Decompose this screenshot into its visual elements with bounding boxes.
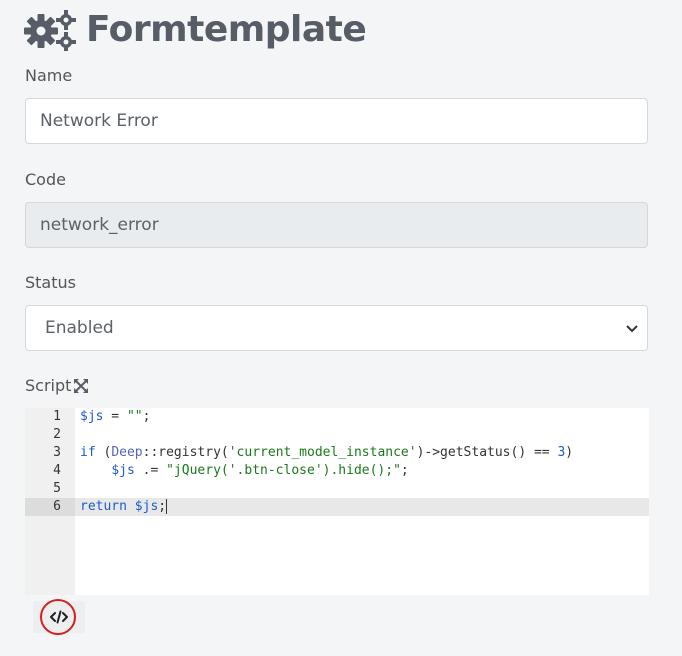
code-line: 4 $js .= "jQuery('.btn-close').hide();";	[25, 462, 649, 480]
code-text: if (Deep::registry('current_model_instan…	[80, 444, 573, 462]
page-title: Formtemplate	[86, 8, 367, 50]
code-token: 'current_model_instance'	[228, 445, 417, 460]
line-number: 5	[53, 481, 61, 496]
chevron-down-icon	[626, 325, 638, 333]
line-number: 4	[53, 463, 61, 478]
code-token: )->getStatus() ==	[416, 445, 558, 460]
code-line: 3 if (Deep::registry('current_model_inst…	[25, 444, 649, 462]
code-token: if	[80, 445, 96, 460]
name-input[interactable]: Network Error	[25, 98, 648, 144]
script-editor[interactable]: 1 $js = ""; 2 3 if (Deep::registry('curr…	[25, 408, 649, 595]
code-token: $js	[134, 499, 159, 514]
code-token: $js	[111, 463, 135, 478]
code-token: ;	[400, 463, 409, 478]
name-label: Name	[25, 66, 73, 85]
line-number: 1	[53, 409, 61, 424]
line-number: 2	[53, 427, 61, 442]
script-label-row: Script	[25, 376, 89, 395]
code-token: Deep	[111, 445, 143, 460]
status-label: Status	[25, 273, 76, 292]
code-icon	[50, 610, 68, 624]
expand-icon[interactable]	[74, 378, 89, 393]
code-line: 5	[25, 480, 649, 498]
code-token: ;	[142, 409, 151, 424]
name-value: Network Error	[40, 111, 158, 131]
status-value: Enabled	[45, 318, 114, 338]
page-header: Formtemplate	[24, 6, 367, 52]
line-number: 6	[25, 498, 75, 516]
script-label: Script	[25, 376, 72, 395]
code-text: return $js;	[80, 498, 168, 516]
code-token: registry(	[158, 445, 229, 460]
code-token: )	[565, 445, 574, 460]
code-token: =	[103, 409, 127, 424]
code-token: ""	[126, 409, 143, 424]
text-cursor	[166, 499, 168, 514]
code-line-active: 6 return $js;	[25, 498, 649, 516]
code-token: .=	[134, 463, 167, 478]
code-input: network_error	[25, 202, 648, 248]
code-token: $js	[80, 409, 104, 424]
gears-icon	[24, 10, 76, 51]
code-line: 2	[25, 426, 649, 444]
code-value: network_error	[40, 215, 159, 235]
code-token: (	[95, 445, 112, 460]
code-label: Code	[25, 170, 66, 189]
code-token: ;	[158, 499, 167, 514]
code-token: ::	[142, 445, 159, 460]
code-text: $js .= "jQuery('.btn-close').hide();";	[80, 462, 409, 480]
code-token: return	[80, 499, 127, 514]
code-token: "jQuery('.btn-close').hide();"	[166, 463, 401, 478]
code-line: 1 $js = "";	[25, 408, 649, 426]
line-number: 3	[53, 445, 61, 460]
code-text: $js = "";	[80, 408, 150, 426]
status-select[interactable]: Enabled	[25, 305, 648, 351]
